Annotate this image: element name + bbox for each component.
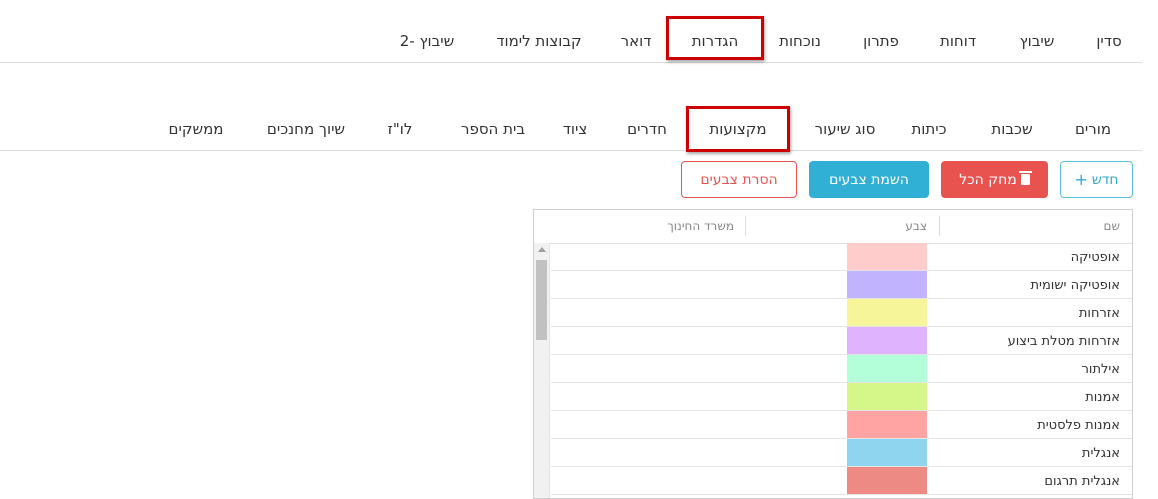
- table-row[interactable]: אזרחות מטלת ביצוע: [551, 327, 1132, 355]
- ministry-cell[interactable]: [551, 383, 763, 410]
- table-row[interactable]: אנגלית תרגום: [551, 467, 1132, 495]
- ministry-cell[interactable]: [551, 299, 763, 326]
- column-header-ministry[interactable]: משרד החינוך: [667, 219, 734, 233]
- subtab-homeroom-assign[interactable]: שיוך מחנכים: [267, 120, 345, 138]
- plus-icon: +: [1074, 170, 1088, 189]
- subjects-highlight-box: [686, 106, 790, 152]
- new-button[interactable]: חדש +: [1060, 161, 1133, 198]
- ministry-cell[interactable]: [551, 327, 763, 354]
- subject-name: אמנות פלסטית: [1037, 418, 1120, 433]
- table-row[interactable]: אילתור: [551, 355, 1132, 383]
- scrollbar-thumb[interactable]: [536, 260, 547, 340]
- subject-name: אמנות: [1085, 390, 1120, 405]
- nav-item-attendance[interactable]: נוכחות: [779, 32, 821, 50]
- nav-item-reports[interactable]: דוחות: [940, 32, 976, 50]
- column-header-name[interactable]: שם: [1104, 219, 1120, 233]
- subject-name: אנגלית: [1081, 446, 1120, 461]
- subtab-grades[interactable]: שכבות: [991, 120, 1032, 138]
- trash-icon: [1018, 171, 1032, 185]
- nav-item-mail[interactable]: דואר: [621, 32, 652, 50]
- table-row[interactable]: אזרחות: [551, 299, 1132, 327]
- ministry-cell[interactable]: [551, 243, 763, 270]
- table-row[interactable]: אמנות פלסטית: [551, 411, 1132, 439]
- nav-item-shibutz[interactable]: שיבוץ: [1020, 32, 1055, 50]
- scroll-up-arrow-icon[interactable]: [538, 247, 546, 252]
- table-row[interactable]: אנגלית: [551, 439, 1132, 467]
- settings-highlight-box: [666, 16, 764, 60]
- column-header-color[interactable]: צבע: [905, 219, 927, 233]
- color-swatch[interactable]: [847, 243, 927, 270]
- subject-name: אנגלית תרגום: [1044, 474, 1120, 489]
- subtab-classes[interactable]: כיתות: [911, 120, 946, 138]
- grid-scrollbar[interactable]: [534, 243, 550, 498]
- subject-name: אזרחות מטלת ביצוע: [1007, 334, 1120, 349]
- delete-all-button[interactable]: מחק הכל: [941, 161, 1048, 198]
- column-divider: [939, 216, 940, 236]
- grid-rows: אופטיקה אופטיקה ישומית אזרחות אזרחות מטל…: [551, 243, 1132, 495]
- color-swatch[interactable]: [847, 439, 927, 466]
- ministry-cell[interactable]: [551, 355, 763, 382]
- subject-name: אילתור: [1081, 362, 1120, 377]
- ministry-cell[interactable]: [551, 271, 763, 298]
- subtab-equipment[interactable]: ציוד: [563, 120, 588, 138]
- new-label: חדש: [1091, 171, 1119, 188]
- table-row[interactable]: אופטיקה ישומית: [551, 271, 1132, 299]
- color-swatch[interactable]: [847, 327, 927, 354]
- nav-item-solution[interactable]: פתרון: [863, 32, 899, 50]
- subject-name: אופטיקה ישומית: [1030, 278, 1120, 293]
- subject-name: אזרחות: [1078, 306, 1120, 321]
- nav-item-study-groups[interactable]: קבוצות לימוד: [496, 32, 581, 50]
- nav-item-sadin[interactable]: סדין: [1096, 32, 1121, 50]
- subtab-lesson-type[interactable]: סוג שיעור: [815, 120, 876, 138]
- nav-item-shibutz-2[interactable]: שיבוץ -2: [400, 32, 455, 50]
- column-divider: [745, 216, 746, 236]
- table-row[interactable]: אופטיקה: [551, 243, 1132, 271]
- subjects-grid: שם צבע משרד החינוך אופטיקה אופטיקה ישומי…: [533, 209, 1133, 499]
- table-row[interactable]: אמנות: [551, 383, 1132, 411]
- subtab-teachers[interactable]: מורים: [1075, 120, 1111, 138]
- subtab-schedule[interactable]: לו"ז: [388, 120, 413, 138]
- color-swatch[interactable]: [847, 383, 927, 410]
- subject-name: אופטיקה: [1070, 250, 1120, 265]
- subtab-rooms[interactable]: חדרים: [627, 120, 667, 138]
- apply-colors-label: השמת צבעים: [829, 171, 909, 188]
- delete-all-label: מחק הכל: [959, 171, 1017, 188]
- color-swatch[interactable]: [847, 271, 927, 298]
- settings-sub-nav: מורים שכבות כיתות סוג שיעור מקצועות חדרי…: [0, 110, 1142, 151]
- color-swatch[interactable]: [847, 411, 927, 438]
- remove-colors-label: הסרת צבעים: [700, 171, 778, 188]
- grid-header: שם צבע משרד החינוך: [534, 210, 1132, 244]
- ministry-cell[interactable]: [551, 411, 763, 438]
- subtab-school[interactable]: בית הספר: [461, 120, 525, 138]
- color-swatch[interactable]: [847, 299, 927, 326]
- remove-colors-button[interactable]: הסרת צבעים: [681, 161, 797, 198]
- color-swatch[interactable]: [847, 355, 927, 382]
- apply-colors-button[interactable]: השמת צבעים: [809, 161, 929, 198]
- subtab-interfaces[interactable]: ממשקים: [169, 120, 224, 138]
- ministry-cell[interactable]: [551, 439, 763, 466]
- top-nav: סדין שיבוץ דוחות פתרון נוכחות הגדרות דוא…: [0, 0, 1142, 63]
